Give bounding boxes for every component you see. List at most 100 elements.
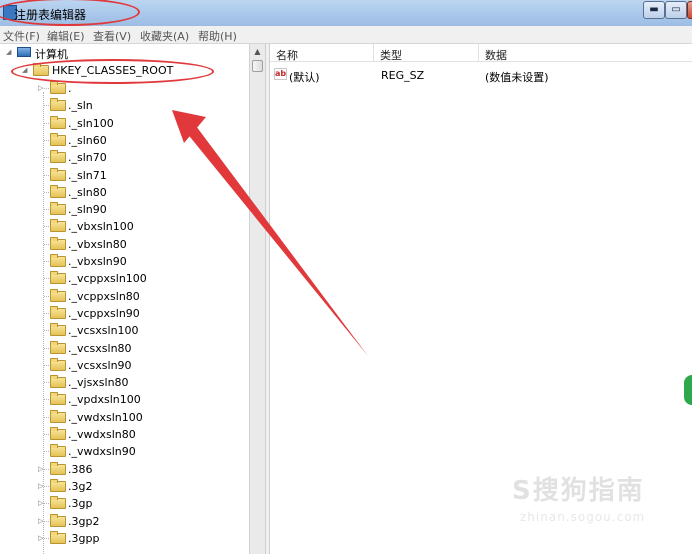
tree-node-key[interactable]: ._sln60 [0, 132, 249, 149]
folder-icon [50, 98, 66, 112]
tree-node-label: ._sln60 [68, 133, 107, 147]
tree-node-key[interactable]: ._vwdxsln80 [0, 426, 249, 443]
tree-guide-line [44, 537, 49, 539]
menu-help[interactable]: 帮助(H) [198, 28, 237, 44]
tree-node-key[interactable]: ._vcppxsln100 [0, 270, 249, 287]
tree-node-label: ._vwdxsln100 [68, 410, 143, 424]
tree-node-key[interactable]: ._vcppxsln80 [0, 288, 249, 305]
folder-icon [50, 409, 66, 423]
tree-node-label: ._sln [68, 99, 93, 113]
folder-icon [50, 184, 66, 198]
folder-icon [50, 496, 66, 510]
scroll-up-icon[interactable]: ▲ [250, 44, 265, 59]
tree-node-key[interactable]: ▷ .3g2 [0, 478, 249, 495]
folder-icon [50, 288, 66, 302]
folder-icon [50, 167, 66, 181]
close-button[interactable] [687, 1, 692, 19]
tree-node-key[interactable]: ._vcsxsln90 [0, 357, 249, 374]
registry-tree[interactable]: ◢ 计算机 ◢ HKEY_CLASSES_ROOT ▷. ._sln ._sln10… [0, 44, 249, 554]
column-header-data[interactable]: 数据 [479, 44, 692, 62]
tree-node-hkey-classes-root[interactable]: ◢ HKEY_CLASSES_ROOT [0, 62, 249, 79]
tree-node-key[interactable]: ._sln80 [0, 184, 249, 201]
folder-icon [50, 271, 66, 285]
folder-icon [50, 530, 66, 544]
scroll-thumb[interactable] [252, 60, 263, 72]
tree-node-label: ._vcppxsln100 [68, 272, 147, 286]
collapse-icon[interactable]: ◢ [22, 66, 30, 74]
tree-guide-line [44, 485, 49, 487]
folder-icon [50, 340, 66, 354]
tree-node-key[interactable]: ._vjsxsln80 [0, 374, 249, 391]
tree-node-label: .3g2 [68, 479, 93, 493]
value-type: REG_SZ [381, 69, 425, 82]
tree-node-label: ._vbxsln80 [68, 237, 127, 251]
column-header-name[interactable]: 名称 [270, 44, 374, 62]
tree-node-label: ._vcppxsln90 [68, 306, 140, 320]
column-header-type[interactable]: 类型 [374, 44, 479, 62]
menu-edit[interactable]: 编辑(E) [47, 28, 85, 44]
tree-node-key[interactable]: ._vwdxsln90 [0, 443, 249, 460]
menu-view[interactable]: 查看(V) [93, 28, 131, 44]
folder-icon [50, 323, 66, 337]
tree-node-label: .3gp2 [68, 514, 100, 528]
tree-guide-line [44, 209, 49, 211]
tree-node-key[interactable]: ._vbxsln100 [0, 218, 249, 235]
tree-node-key[interactable]: ._sln70 [0, 149, 249, 166]
tree-guide-line [44, 191, 49, 193]
tree-scrollbar[interactable]: ▲ [249, 44, 265, 554]
tree-node-key[interactable]: ▷ .3gp [0, 495, 249, 512]
folder-icon [50, 150, 66, 164]
tree-node-key[interactable]: ._vcppxsln90 [0, 305, 249, 322]
tree-node-key[interactable]: ▷ .3gpp [0, 530, 249, 547]
tree-node-key[interactable]: ._vcsxsln80 [0, 340, 249, 357]
tree-node-key[interactable]: ._vbxsln80 [0, 236, 249, 253]
tree-node-key[interactable]: ._vwdxsln100 [0, 409, 249, 426]
tree-node-computer[interactable]: ◢ 计算机 [0, 44, 249, 61]
tree-node-key[interactable]: ._sln71 [0, 167, 249, 184]
maximize-button[interactable]: ▭ [665, 1, 687, 19]
tree-node-label: ._sln70 [68, 151, 107, 165]
tree-node-key[interactable]: ._sln100 [0, 115, 249, 132]
tree-node-key[interactable]: ._vpdxsln100 [0, 391, 249, 408]
tree-node-key[interactable]: ▷ .3gp2 [0, 513, 249, 530]
tree-guide-line [44, 226, 49, 228]
tree-node-label: ._vwdxsln80 [68, 428, 136, 441]
tree-node-key[interactable]: ▷ .386 [0, 461, 249, 478]
menu-favorites[interactable]: 收藏夹(A) [140, 28, 189, 44]
collapse-icon[interactable]: ◢ [6, 48, 14, 56]
tree-node-label: ._sln90 [68, 203, 107, 217]
title-bar: 注册表编辑器 ▬ ▭ [0, 0, 692, 27]
tree-node-key[interactable]: ._vbxsln90 [0, 253, 249, 270]
folder-icon [50, 81, 66, 94]
value-row-default[interactable]: ab (默认) REG_SZ (数值未设置) [270, 66, 692, 84]
minimize-button[interactable]: ▬ [643, 1, 665, 19]
tree-node-label: ._vjsxsln80 [68, 376, 129, 390]
tree-node-key[interactable]: ._sln [0, 97, 249, 114]
tree-node-key[interactable]: ._vcsxsln100 [0, 322, 249, 339]
tree-node-label: ._vbxsln100 [68, 220, 134, 234]
folder-icon [50, 305, 66, 319]
string-value-icon: ab [274, 68, 287, 80]
folder-icon [50, 444, 66, 458]
tree-node-label: ._sln100 [68, 116, 114, 130]
tree-guide-line [44, 434, 49, 435]
tree-node-label: .3gp [68, 497, 93, 511]
tree-guide-line [44, 468, 49, 470]
tree-guide-line [44, 122, 49, 124]
tree-guide-line [44, 347, 49, 349]
tree-node-label: ._vcppxsln80 [68, 289, 140, 303]
folder-icon [50, 461, 66, 475]
folder-icon [50, 254, 66, 267]
tree-guide-line [44, 520, 49, 522]
tree-node-key[interactable]: ._sln90 [0, 201, 249, 218]
menu-bar: 文件(F) 编辑(E) 查看(V) 收藏夹(A) 帮助(H) [0, 26, 692, 44]
tree-node-key[interactable]: ▷. [0, 80, 249, 97]
tree-guide-line [44, 105, 49, 107]
tree-guide-line [44, 278, 49, 280]
folder-icon [50, 478, 66, 492]
folder-icon [50, 202, 66, 216]
folder-icon [33, 63, 49, 76]
tree-node-label: ._sln80 [68, 185, 107, 199]
menu-file[interactable]: 文件(F) [3, 28, 40, 44]
tree-guide-line [44, 399, 49, 401]
